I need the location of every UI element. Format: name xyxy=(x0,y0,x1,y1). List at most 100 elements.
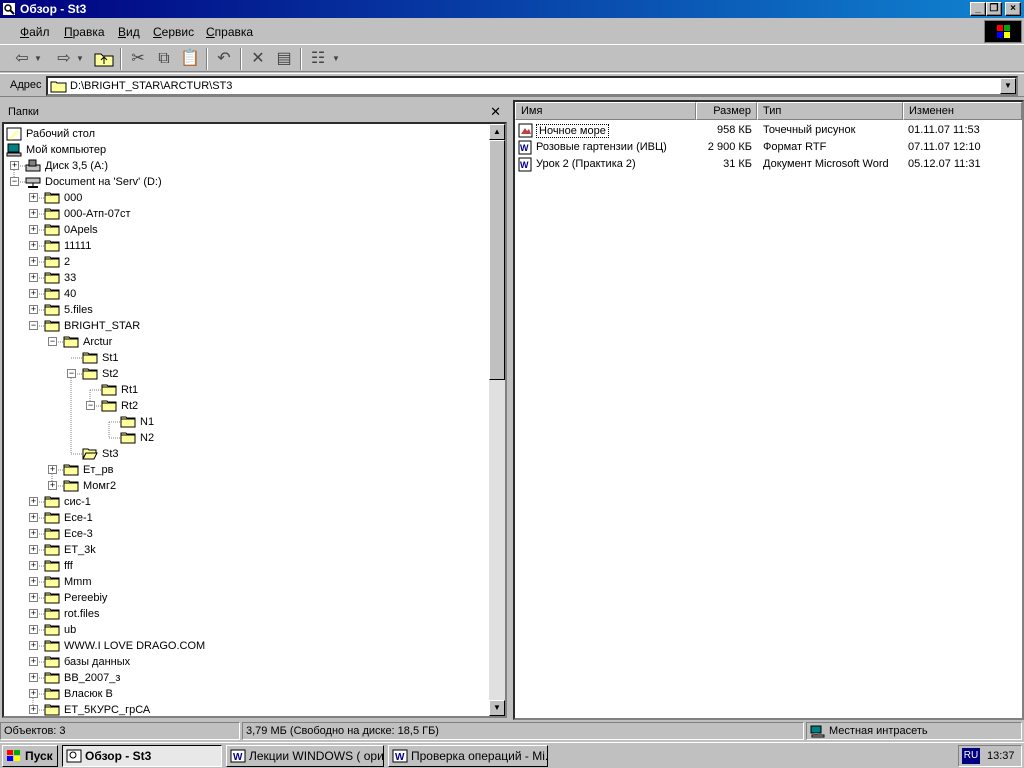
tree-item[interactable]: +5.files xyxy=(4,302,484,318)
expand-icon[interactable]: + xyxy=(29,225,38,234)
back-dropdown-icon[interactable]: ▼ xyxy=(32,48,44,70)
expand-icon[interactable]: + xyxy=(29,289,38,298)
tree-item[interactable]: − Rt2 xyxy=(4,398,484,414)
tree-item[interactable]: St1 xyxy=(4,350,484,366)
expand-icon[interactable]: + xyxy=(48,465,57,474)
task-word-lectures[interactable]: W Лекции WINDOWS ( ори... xyxy=(226,745,384,767)
expand-icon[interactable]: + xyxy=(29,689,38,698)
folder-tree[interactable]: Рабочий стол−Мой компьютер+Диск 3,5 (A:)… xyxy=(2,122,507,718)
tree-item[interactable]: + Момг2 xyxy=(4,478,484,494)
tree-item[interactable]: + WWW.I LOVE DRAGO.COM xyxy=(4,638,484,654)
collapse-icon[interactable]: − xyxy=(67,369,76,378)
expand-icon[interactable]: + xyxy=(29,273,38,282)
views-dropdown-icon[interactable]: ▼ xyxy=(330,48,342,70)
start-button[interactable]: Пуск xyxy=(2,745,58,767)
title-bar[interactable]: Обзор - St3 _ ❐ × xyxy=(0,0,1024,18)
column-name[interactable]: Имя xyxy=(515,102,696,120)
menu-item-2[interactable]: Вид xyxy=(118,25,140,39)
expand-icon[interactable]: + xyxy=(29,609,38,618)
tree-item[interactable]: N1 xyxy=(4,414,484,430)
expand-icon[interactable]: + xyxy=(29,193,38,202)
collapse-icon[interactable]: − xyxy=(29,321,38,330)
expand-icon[interactable]: + xyxy=(29,705,38,714)
file-row[interactable]: Ночное море 958 КБ Точечный рисунок 01.11.0… xyxy=(515,122,1022,139)
tree-item[interactable]: − Document на 'Serv' (D:) xyxy=(4,174,484,190)
views-icon[interactable]: ☷ xyxy=(306,48,330,70)
tree-item[interactable]: + Власюк В xyxy=(4,686,484,702)
tree-item[interactable]: + BB_2007_з xyxy=(4,670,484,686)
column-modified[interactable]: Изменен xyxy=(903,102,1022,120)
expand-icon[interactable]: + xyxy=(29,577,38,586)
tree-item[interactable]: +40 xyxy=(4,286,484,302)
tree-item[interactable]: + Ece-3 xyxy=(4,526,484,542)
copy-icon[interactable]: ⧉ xyxy=(152,48,176,70)
close-pane-icon[interactable]: ✕ xyxy=(490,104,501,120)
tree-item[interactable]: +33 xyxy=(4,270,484,286)
expand-icon[interactable]: + xyxy=(48,481,57,490)
task-word-check[interactable]: W Проверка операций - Mi... xyxy=(388,745,548,767)
tree-item[interactable]: Рабочий стол xyxy=(4,126,484,142)
tree-item[interactable]: +0Apels xyxy=(4,222,484,238)
back-icon[interactable]: ⇦ xyxy=(10,48,34,70)
tree-item[interactable]: +000-Атп-07ст xyxy=(4,206,484,222)
tree-item[interactable]: − St2 xyxy=(4,366,484,382)
tree-item[interactable]: + базы данных xyxy=(4,654,484,670)
tree-item[interactable]: + Диск 3,5 (A:) xyxy=(4,158,484,174)
tree-item[interactable]: +11111 xyxy=(4,238,484,254)
expand-icon[interactable]: + xyxy=(29,673,38,682)
expand-icon[interactable]: + xyxy=(29,513,38,522)
tree-item[interactable]: −Мой компьютер xyxy=(4,142,484,158)
tree-scrollbar[interactable]: ▲ ▼ xyxy=(489,124,505,716)
tree-item[interactable]: + Ece-1 xyxy=(4,510,484,526)
tree-item[interactable]: + ET_5КУРС_грСА xyxy=(4,702,484,716)
collapse-icon[interactable]: − xyxy=(10,177,19,186)
expand-icon[interactable]: + xyxy=(29,561,38,570)
forward-dropdown-icon[interactable]: ▼ xyxy=(74,48,86,70)
tree-item[interactable]: N2 xyxy=(4,430,484,446)
clock[interactable]: 13:37 xyxy=(987,750,1015,762)
menu-item-0[interactable]: Файл xyxy=(20,25,50,39)
delete-icon[interactable]: ✕ xyxy=(246,48,270,70)
collapse-icon[interactable]: − xyxy=(48,337,57,346)
scroll-thumb[interactable] xyxy=(489,140,505,380)
minimize-button[interactable]: _ xyxy=(970,2,986,16)
address-dropdown-icon[interactable]: ▼ xyxy=(1000,78,1016,94)
tree-item[interactable]: +2 xyxy=(4,254,484,270)
tree-item[interactable]: + Pereebiy xyxy=(4,590,484,606)
expand-icon[interactable]: + xyxy=(29,497,38,506)
scroll-up-icon[interactable]: ▲ xyxy=(489,124,505,140)
expand-icon[interactable]: + xyxy=(29,209,38,218)
tree-item[interactable]: + Ет_рв xyxy=(4,462,484,478)
restore-button[interactable]: ❐ xyxy=(986,2,1002,16)
tree-item[interactable]: − BRIGHT_STAR xyxy=(4,318,484,334)
tree-item[interactable]: + ET_3k xyxy=(4,542,484,558)
expand-icon[interactable]: + xyxy=(10,161,19,170)
menu-item-3[interactable]: Сервис xyxy=(153,25,194,39)
expand-icon[interactable]: + xyxy=(29,593,38,602)
expand-icon[interactable]: + xyxy=(29,257,38,266)
expand-icon[interactable]: + xyxy=(29,657,38,666)
language-indicator[interactable]: RU xyxy=(962,748,980,764)
tree-item[interactable]: − Arctur xyxy=(4,334,484,350)
tree-item[interactable]: + fff xyxy=(4,558,484,574)
address-field[interactable]: D:\BRIGHT_STAR\ARCTUR\ST3 ▼ xyxy=(46,76,1018,96)
properties-icon[interactable]: ▤ xyxy=(272,48,296,70)
tree-item[interactable]: Rt1 xyxy=(4,382,484,398)
tree-item[interactable]: + ub xyxy=(4,622,484,638)
forward-icon[interactable]: ⇨ xyxy=(52,48,76,70)
tree-item[interactable]: + сис-1 xyxy=(4,494,484,510)
tree-item[interactable]: + rot.files xyxy=(4,606,484,622)
expand-icon[interactable]: + xyxy=(29,305,38,314)
column-size[interactable]: Размер xyxy=(696,102,757,120)
tree-item[interactable]: +000 xyxy=(4,190,484,206)
collapse-icon[interactable]: − xyxy=(86,401,95,410)
expand-icon[interactable]: + xyxy=(29,529,38,538)
expand-icon[interactable]: + xyxy=(29,625,38,634)
cut-icon[interactable]: ✂ xyxy=(126,48,150,70)
file-row[interactable]: W Розовые гартензии (ИВЦ) 2 900 КБ Формат R… xyxy=(515,139,1022,156)
menu-item-1[interactable]: Правка xyxy=(64,25,105,39)
tree-item[interactable]: + Mmm xyxy=(4,574,484,590)
expand-icon[interactable]: + xyxy=(29,241,38,250)
up-folder-icon[interactable] xyxy=(92,48,116,70)
expand-icon[interactable]: + xyxy=(29,641,38,650)
